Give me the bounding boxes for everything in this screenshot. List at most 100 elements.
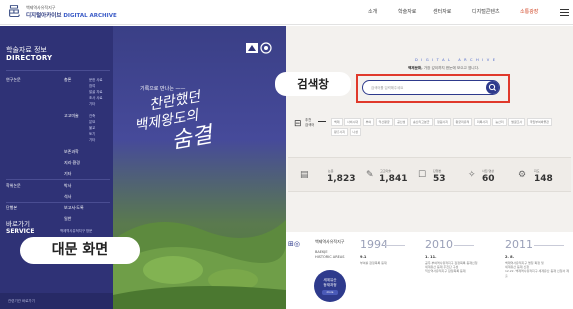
photo-icon: ✧ <box>468 170 476 180</box>
sidebar-link[interactable]: 건축 <box>89 113 95 118</box>
keyword-tag[interactable]: 익산왕궁 <box>375 118 393 126</box>
search-callout-label: 검색창 <box>275 72 351 96</box>
stat-value[interactable]: 53 <box>433 174 446 184</box>
sidebar-sub-conservation[interactable]: 보존과학 <box>64 149 79 155</box>
book-icon: ☐ <box>418 170 427 180</box>
stat-value[interactable]: 148 <box>534 174 553 184</box>
keyword-tag[interactable]: 공산성 <box>394 118 409 126</box>
scroll-icon: ✎ <box>366 170 374 180</box>
keyword-tag[interactable]: 백제 <box>331 118 343 126</box>
nav-item-center[interactable]: 센터자료 <box>433 8 451 15</box>
sidebar-sub-general[interactable]: 총론 <box>64 77 71 83</box>
sidebar-link[interactable]: 기타 <box>89 101 95 106</box>
document-icon: ▤ <box>300 170 309 180</box>
timeline-line <box>454 245 474 246</box>
event-date: 9.1 <box>360 255 367 259</box>
sidebar-bottom-text[interactable]: 관련기관 바로가기 <box>8 299 35 304</box>
keyword-tag-list: 백제 사비시대 부여 익산왕궁 공산성 송산리고분군 정림사지 왕궁리유적 미륵… <box>331 118 567 136</box>
sidebar-sub-art[interactable]: 고고미술 <box>64 113 79 119</box>
sidebar-sub-geo[interactable]: 지리·환경 <box>64 160 80 166</box>
heritage-process-text: 세계유산 등재과정 <box>323 278 337 287</box>
nav-item-community[interactable]: 소통광장 <box>520 8 538 15</box>
sidebar-link[interactable]: 조사 사료 <box>89 95 103 100</box>
logo-icon[interactable]: 邑 <box>6 5 22 20</box>
stat-value[interactable]: 1,823 <box>327 174 355 184</box>
stat-value[interactable]: 60 <box>482 174 495 184</box>
sidebar <box>0 26 113 309</box>
tag-divider <box>318 121 326 122</box>
digital-archive-heading: DIGITAL ARCHIVE <box>415 58 499 62</box>
stat-label: 사진·영상 <box>482 169 494 173</box>
keyword-tag[interactable]: 왕흥사지 <box>331 127 349 136</box>
sidebar-sub-master[interactable]: 석사 <box>64 194 71 200</box>
keyword-tag[interactable]: 송산리고분군 <box>409 118 433 126</box>
logo-title-kr: 디지털아카이브 <box>26 13 62 19</box>
recommended-keywords-label: 추천 검색어 <box>305 118 315 127</box>
timeline-line <box>385 245 405 246</box>
sidebar-link[interactable]: 분묘 <box>89 119 95 124</box>
stat-value[interactable]: 1,841 <box>379 174 407 184</box>
keyword-tag[interactable]: 왕궁리유적 <box>452 118 473 126</box>
keyword-tag[interactable]: 부여 <box>362 118 375 126</box>
event-text: 부여를 잠정목록 등재 <box>360 261 387 265</box>
keyword-tag[interactable]: 정림사지 <box>434 118 452 126</box>
menu-icon[interactable] <box>560 9 569 16</box>
sidebar-divider <box>6 70 110 71</box>
sidebar-link[interactable]: 발굴 자료 <box>89 89 103 94</box>
nav-item-digital[interactable]: 디지털콘텐츠 <box>472 8 500 15</box>
sidebar-divider <box>6 202 110 203</box>
sidebar-sub-etc[interactable]: 기타 <box>64 171 71 177</box>
timeline-line <box>534 245 564 246</box>
sidebar-divider <box>6 179 110 180</box>
sidebar-visit-link[interactable]: 백제역사유적지구 방문 <box>60 228 92 233</box>
event-date: 2. 8. <box>505 255 514 259</box>
sidebar-cat-research[interactable]: 연구논문 <box>6 77 21 83</box>
keyword-tag[interactable]: 능산리 <box>492 118 507 126</box>
nav-item-intro[interactable]: 소개 <box>368 8 377 15</box>
main-screen-callout: 대문 화면 <box>20 237 140 264</box>
logo-title[interactable]: 디지털아카이브 DIGITAL ARCHIVE <box>26 11 117 19</box>
stat-label: 논문 <box>328 169 334 173</box>
sidebar-sub-normal[interactable]: 일반 <box>64 216 71 222</box>
sidebar-subtitle: DIRECTORY <box>6 54 53 62</box>
search-highlight-box <box>356 74 510 103</box>
heritage-logo-icon: ⊞◎ <box>288 240 300 248</box>
sidebar-sub-report[interactable]: 보고서·도록 <box>64 205 84 211</box>
bookmark-icon: ⊟ <box>294 119 302 129</box>
timeline-org-name: 백제역사유적지구 <box>315 239 345 244</box>
timeline-year: 1994 <box>360 238 388 251</box>
timeline-year: 2011 <box>505 238 533 251</box>
event-text: 백제역사유적지구 명칭 확정 및 세계유산 등재 신청 12.22. 백제역사유… <box>505 261 569 278</box>
map-icon: ⚙ <box>518 170 527 180</box>
hero-title: 찬란했던 백제왕도의 숨결 <box>130 87 214 161</box>
keyword-tag[interactable]: 나성 <box>349 127 362 136</box>
sidebar-link[interactable]: 불교 <box>89 125 95 130</box>
logo-title-en: DIGITAL ARCHIVE <box>63 13 117 19</box>
timeline-year: 2010 <box>425 238 453 251</box>
keyword-tag[interactable]: 사비시대 <box>344 118 362 126</box>
sidebar-link[interactable]: 문헌 사료 <box>89 77 103 82</box>
nav-item-academic[interactable]: 학술자료 <box>398 8 416 15</box>
digital-archive-subtitle: 백제문화, 가장 깊이까지 한눈에 모으고 엽니다. <box>408 66 479 71</box>
keyword-tag[interactable]: 미륵사지 <box>473 118 491 126</box>
event-date: 1. 11. <box>425 255 437 259</box>
sidebar-sub-doctor[interactable]: 박사 <box>64 183 71 189</box>
stat-label: 단행본 <box>433 169 442 173</box>
stat-label: 지도 <box>534 169 540 173</box>
more-button[interactable]: more <box>322 290 338 295</box>
subtitle-bold: 백제문화, <box>408 66 423 70</box>
sidebar-link[interactable]: 참여 <box>89 83 95 88</box>
sidebar-link[interactable]: 토기 <box>89 131 95 136</box>
sidebar-cat-thesis[interactable]: 학위논문 <box>6 183 21 189</box>
sidebar-title: 학술자료 정보 <box>6 46 47 54</box>
sidebar-visit-title: 바로가기 <box>6 220 30 228</box>
sidebar-cat-book[interactable]: 단행본 <box>6 205 17 211</box>
keyword-tag[interactable]: 국립부여박물관 <box>526 118 553 126</box>
timeline-org-en: BAEKJE HISTORIC AREAS <box>315 250 345 259</box>
event-text: 공주·부여역사유적지구 잠정목록 등재신청 세계유산 등재 추진단 구성 익산역… <box>425 261 478 274</box>
unesco-logo-icon <box>246 42 272 54</box>
stat-label: 고고미술 <box>380 169 392 173</box>
sidebar-link[interactable]: 기타 <box>89 137 95 142</box>
subtitle-text: 가장 깊이까지 한눈에 모으고 엽니다. <box>422 66 480 70</box>
keyword-tag[interactable]: 발굴조사 <box>508 118 526 126</box>
